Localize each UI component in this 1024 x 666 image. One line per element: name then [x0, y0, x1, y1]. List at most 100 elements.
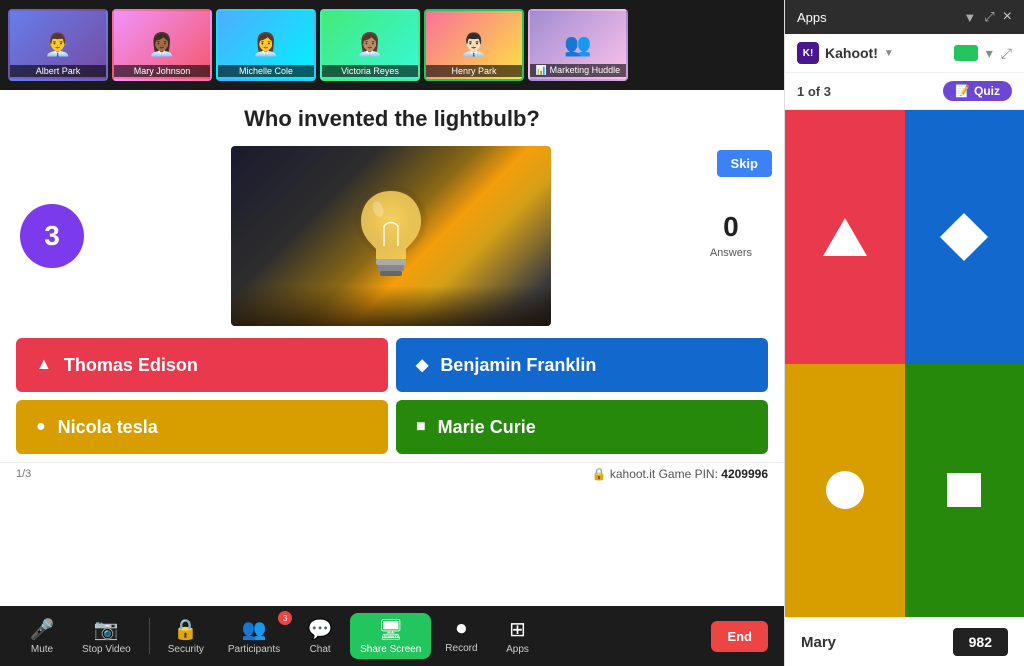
- toolbar-participants[interactable]: 👥 3 Participants: [218, 613, 290, 659]
- image-row: 3: [0, 142, 784, 330]
- leaderboard-score: 982: [953, 628, 1008, 656]
- kahoot-chevron-icon[interactable]: ▼: [884, 48, 894, 59]
- answers-label: Answers: [710, 247, 752, 259]
- video-thumb-victoria[interactable]: 👩🏽‍💼 Victoria Reyes: [320, 9, 420, 81]
- zoom-panel: 👨‍💼 Albert Park 👩🏾‍💼 Mary Johnson 👩‍💼 Mi…: [0, 0, 784, 666]
- video-thumb-albert[interactable]: 👨‍💼 Albert Park: [8, 9, 108, 81]
- shape-panel-red[interactable]: [785, 110, 905, 364]
- shapes-grid: [785, 110, 1024, 617]
- apps-icon: ⊞: [509, 617, 526, 642]
- kahoot-content: Who invented the lightbulb? 3: [0, 90, 784, 606]
- shape-panel-yellow[interactable]: [785, 364, 905, 618]
- kahoot-logo-icon: K!: [797, 42, 819, 64]
- sidebar-close-icon[interactable]: ×: [1003, 8, 1012, 26]
- apps-label: Apps: [506, 644, 529, 655]
- game-pin-value: 4209996: [721, 467, 768, 481]
- answer-text-nicola-tesla: Nicola tesla: [58, 417, 158, 438]
- green-indicator: [954, 45, 978, 61]
- answer-button-thomas-edison[interactable]: ▲ Thomas Edison: [16, 338, 388, 392]
- video-strip: 👨‍💼 Albert Park 👩🏾‍💼 Mary Johnson 👩‍💼 Mi…: [0, 0, 784, 90]
- quiz-icon: 📝: [955, 84, 970, 98]
- leaderboard-row: Mary 982: [785, 617, 1024, 666]
- record-label: Record: [445, 643, 477, 654]
- sidebar-controls: ▼ ⤢ ×: [963, 8, 1012, 26]
- quiz-bar: 1 of 3 📝 Quiz: [785, 73, 1024, 110]
- quiz-label: Quiz: [974, 84, 1000, 98]
- participants-badge: 3: [278, 611, 292, 625]
- video-icon: 📷: [94, 617, 119, 642]
- toolbar-mute[interactable]: 🎤 Mute: [16, 613, 68, 659]
- toolbar-security[interactable]: 🔒 Security: [158, 613, 214, 659]
- chat-label: Chat: [310, 644, 331, 655]
- quiz-badge: 📝 Quiz: [943, 81, 1012, 101]
- sidebar-header: Apps ▼ ⤢ ×: [785, 0, 1024, 34]
- answer-button-benjamin-franklin[interactable]: ◆ Benjamin Franklin: [396, 338, 768, 392]
- zoom-toolbar: 🎤 Mute 📷 Stop Video 🔒 Security 👥 3 Parti…: [0, 606, 784, 666]
- timer-circle: 3: [20, 204, 84, 268]
- toolbar-apps[interactable]: ⊞ Apps: [492, 613, 544, 659]
- toolbar-record[interactable]: ⏺ Record: [435, 614, 487, 658]
- answer-button-nicola-tesla[interactable]: ● Nicola tesla: [16, 400, 388, 454]
- video-label: Stop Video: [82, 644, 131, 655]
- answer-button-marie-curie[interactable]: ■ Marie Curie: [396, 400, 768, 454]
- chat-icon: 💬: [308, 617, 333, 642]
- filter-icon[interactable]: ▾: [986, 45, 993, 62]
- shape-panel-green[interactable]: [905, 364, 1024, 618]
- toolbar-share-screen[interactable]: 🖥 Share Screen: [350, 613, 431, 659]
- lightbulb-image: [231, 146, 551, 326]
- security-label: Security: [168, 644, 204, 655]
- video-thumb-michelle[interactable]: 👩‍💼 Michelle Cole: [216, 9, 316, 81]
- video-thumb-mary[interactable]: 👩🏾‍💼 Mary Johnson: [112, 9, 212, 81]
- answers-count-area: 0 Answers: [698, 211, 764, 261]
- video-thumb-marketing[interactable]: 👥 📊 Marketing Huddle: [528, 9, 628, 81]
- toolbar-chat[interactable]: 💬 Chat: [294, 613, 346, 659]
- kahoot-site: kahoot.it: [610, 467, 655, 481]
- participant-name-victoria: Victoria Reyes: [322, 65, 418, 77]
- kahoot-app-header: K! Kahoot! ▼ ▾ ⤢: [785, 34, 1024, 73]
- record-icon: ⏺: [456, 618, 466, 641]
- kahoot-footer: 1/3 🔒 kahoot.it Game PIN: 4209996: [0, 462, 784, 485]
- diamond-shape: [940, 213, 988, 261]
- sidebar-title: Apps: [797, 10, 827, 25]
- share-screen-label: Share Screen: [360, 644, 421, 655]
- sidebar-popout-icon[interactable]: ⤢: [984, 9, 994, 25]
- quiz-counter: 1 of 3: [797, 84, 831, 99]
- answer-text-thomas-edison: Thomas Edison: [64, 355, 198, 376]
- answers-grid: ▲ Thomas Edison ◆ Benjamin Franklin ● Ni…: [0, 330, 784, 462]
- square-shape: [947, 473, 981, 507]
- end-button[interactable]: End: [711, 621, 768, 652]
- leaderboard-name: Mary: [801, 634, 836, 651]
- participant-name-henry: Henry Park: [426, 65, 522, 77]
- diamond-icon: ◆: [416, 355, 428, 375]
- answers-number: 0: [710, 211, 752, 243]
- question-text: Who invented the lightbulb?: [24, 106, 760, 132]
- circle-shape: [826, 471, 864, 509]
- participant-name-albert: Albert Park: [10, 65, 106, 77]
- game-pin-label: Game PIN:: [659, 467, 718, 481]
- circle-icon: ●: [36, 418, 46, 436]
- security-icon: 🔒: [173, 617, 198, 642]
- external-link-icon[interactable]: ⤢: [1001, 45, 1012, 62]
- sidebar-filter-icon[interactable]: ▼: [963, 10, 976, 25]
- triangle-shape: [823, 218, 867, 256]
- square-icon: ■: [416, 418, 426, 436]
- triangle-icon: ▲: [36, 356, 52, 374]
- toolbar-video[interactable]: 📷 Stop Video: [72, 613, 141, 659]
- skip-button[interactable]: Skip: [717, 150, 772, 177]
- toolbar-sep1: [149, 618, 150, 654]
- share-screen-icon: 🖥: [378, 617, 403, 642]
- kahoot-logo-label: Kahoot!: [825, 45, 878, 61]
- question-area: Who invented the lightbulb?: [0, 90, 784, 142]
- answer-text-benjamin-franklin: Benjamin Franklin: [440, 355, 596, 376]
- main-container: 👨‍💼 Albert Park 👩🏾‍💼 Mary Johnson 👩‍💼 Mi…: [0, 0, 1024, 666]
- shape-panel-blue[interactable]: [905, 110, 1024, 364]
- lock-icon: 🔒: [592, 467, 607, 481]
- mute-label: Mute: [31, 644, 53, 655]
- video-thumb-henry[interactable]: 👨🏻‍💼 Henry Park: [424, 9, 524, 81]
- participants-icon: 👥: [242, 617, 267, 642]
- answer-text-marie-curie: Marie Curie: [438, 417, 536, 438]
- mute-icon: 🎤: [30, 617, 55, 642]
- game-pin: 🔒 kahoot.it Game PIN: 4209996: [592, 467, 768, 481]
- participant-name-marketing: 📊 Marketing Huddle: [530, 64, 626, 77]
- kahoot-sidebar: Apps ▼ ⤢ × K! Kahoot! ▼ ▾ ⤢ 1 of 3: [784, 0, 1024, 666]
